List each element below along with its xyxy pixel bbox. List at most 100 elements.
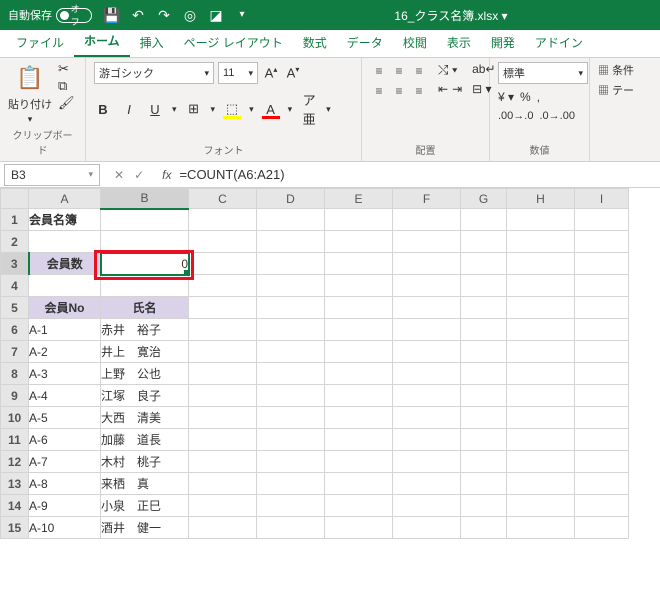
row-header[interactable]: 8 <box>1 363 29 385</box>
active-cell[interactable]: 0 <box>101 253 189 275</box>
redo-icon[interactable]: ↷ <box>156 7 172 23</box>
decrease-decimal-icon[interactable]: .0→.00 <box>539 110 574 122</box>
autosave-toggle[interactable]: 自動保存 オフ <box>8 7 92 23</box>
align-left-icon[interactable]: ≡ <box>370 82 388 100</box>
format-painter-icon[interactable]: 🖌 <box>58 96 75 109</box>
cell[interactable]: 赤井 裕子 <box>101 319 189 341</box>
align-bottom-icon[interactable]: ≡ <box>410 62 428 80</box>
cell[interactable]: 井上 寛治 <box>101 341 189 363</box>
worksheet[interactable]: A B C D E F G H I 1会員名簿 2 3会員数0 4 5会員No氏… <box>0 188 660 539</box>
col-header-E[interactable]: E <box>325 189 393 209</box>
align-right-icon[interactable]: ≡ <box>410 82 428 100</box>
formula-input[interactable]: =COUNT(A6:A21) <box>179 167 284 182</box>
row-header[interactable]: 12 <box>1 451 29 473</box>
table-format-button[interactable]: ▦ テー <box>598 82 634 98</box>
percent-icon[interactable]: % <box>520 90 531 104</box>
cell[interactable]: A-5 <box>29 407 101 429</box>
cell[interactable]: A-3 <box>29 363 101 385</box>
currency-icon[interactable]: ¥ ▾ <box>498 90 514 104</box>
name-box[interactable]: B3▾ <box>4 164 100 186</box>
col-header-D[interactable]: D <box>257 189 325 209</box>
tab-view[interactable]: 表示 <box>437 28 481 57</box>
increase-decimal-icon[interactable]: .00→.0 <box>498 110 533 122</box>
decrease-font-icon[interactable]: A▾ <box>284 65 302 80</box>
cell[interactable]: A-9 <box>29 495 101 517</box>
tab-data[interactable]: データ <box>337 28 393 57</box>
font-size-select[interactable]: 11▾ <box>218 62 258 84</box>
undo-icon[interactable]: ↶ <box>130 7 146 23</box>
eraser-icon[interactable]: ◪ <box>208 7 224 23</box>
copy-icon[interactable]: ⧉ <box>58 79 75 92</box>
font-name-select[interactable]: 游ゴシック▾ <box>94 62 214 84</box>
row-header[interactable]: 2 <box>1 231 29 253</box>
cell[interactable]: 木村 桃子 <box>101 451 189 473</box>
col-header-H[interactable]: H <box>507 189 575 209</box>
cell[interactable]: 加藤 道長 <box>101 429 189 451</box>
cell[interactable]: 小泉 正巳 <box>101 495 189 517</box>
cell[interactable]: A-6 <box>29 429 101 451</box>
cell[interactable]: 大西 清美 <box>101 407 189 429</box>
cell[interactable] <box>101 209 189 231</box>
cell[interactable]: A-1 <box>29 319 101 341</box>
save-icon[interactable]: 💾 <box>104 7 120 23</box>
fx-icon[interactable]: fx <box>162 168 171 182</box>
row-header[interactable]: 13 <box>1 473 29 495</box>
row-header[interactable]: 10 <box>1 407 29 429</box>
tab-file[interactable]: ファイル <box>6 28 74 57</box>
tab-developer[interactable]: 開発 <box>481 28 525 57</box>
row-header[interactable]: 1 <box>1 209 29 231</box>
tab-review[interactable]: 校閲 <box>393 28 437 57</box>
toggle-switch[interactable]: オフ <box>56 8 92 23</box>
row-header[interactable]: 7 <box>1 341 29 363</box>
phonetic-icon[interactable]: ア亜 <box>300 90 318 128</box>
row-header[interactable]: 15 <box>1 517 29 539</box>
cell[interactable]: 会員名簿 <box>29 209 101 231</box>
col-header-B[interactable]: B <box>101 189 189 209</box>
fill-color-icon[interactable]: ⬚ <box>223 101 241 117</box>
comma-icon[interactable]: , <box>537 90 540 104</box>
select-all-corner[interactable] <box>1 189 29 209</box>
file-name[interactable]: 16_クラス名簿.xlsx ▾ <box>250 7 652 24</box>
tab-insert[interactable]: 挿入 <box>130 28 174 57</box>
cell[interactable]: 来栖 真 <box>101 473 189 495</box>
col-header-C[interactable]: C <box>189 189 257 209</box>
cell[interactable]: 氏名 <box>101 297 189 319</box>
tab-home[interactable]: ホーム <box>74 26 130 57</box>
col-header-I[interactable]: I <box>575 189 629 209</box>
cell[interactable]: A-7 <box>29 451 101 473</box>
col-header-A[interactable]: A <box>29 189 101 209</box>
row-header[interactable]: 11 <box>1 429 29 451</box>
orientation-icon[interactable]: ⤭ ▾ <box>438 62 462 78</box>
align-center-icon[interactable]: ≡ <box>390 82 408 100</box>
row-header[interactable]: 6 <box>1 319 29 341</box>
cell[interactable]: A-4 <box>29 385 101 407</box>
row-header[interactable]: 9 <box>1 385 29 407</box>
row-header[interactable]: 3 <box>1 253 29 275</box>
cell[interactable]: A-10 <box>29 517 101 539</box>
row-header[interactable]: 4 <box>1 275 29 297</box>
number-format-select[interactable]: 標準▾ <box>498 62 588 84</box>
italic-button[interactable]: I <box>120 102 138 117</box>
cell[interactable]: 江塚 良子 <box>101 385 189 407</box>
tab-pagelayout[interactable]: ページ レイアウト <box>174 28 293 57</box>
border-icon[interactable]: ⊞ <box>185 101 203 117</box>
cell[interactable]: 上野 公也 <box>101 363 189 385</box>
font-color-icon[interactable]: A <box>262 102 280 117</box>
tab-formulas[interactable]: 数式 <box>293 28 337 57</box>
paste-button[interactable]: 📋 貼り付け ▾ <box>8 62 52 125</box>
cell[interactable]: 会員No <box>29 297 101 319</box>
row-header[interactable]: 14 <box>1 495 29 517</box>
col-header-F[interactable]: F <box>393 189 461 209</box>
cell[interactable]: A-8 <box>29 473 101 495</box>
increase-font-icon[interactable]: A▴ <box>262 65 280 80</box>
cell[interactable]: 酒井 健一 <box>101 517 189 539</box>
cancel-icon[interactable]: ✕ <box>114 168 124 182</box>
cell[interactable]: A-2 <box>29 341 101 363</box>
align-middle-icon[interactable]: ≡ <box>390 62 408 80</box>
alignment-grid[interactable]: ≡≡≡ ≡≡≡ <box>370 62 428 100</box>
col-header-G[interactable]: G <box>461 189 507 209</box>
camera-icon[interactable]: ◎ <box>182 7 198 23</box>
align-top-icon[interactable]: ≡ <box>370 62 388 80</box>
enter-icon[interactable]: ✓ <box>134 168 144 182</box>
qat-dropdown-icon[interactable]: ▾ <box>234 7 250 23</box>
